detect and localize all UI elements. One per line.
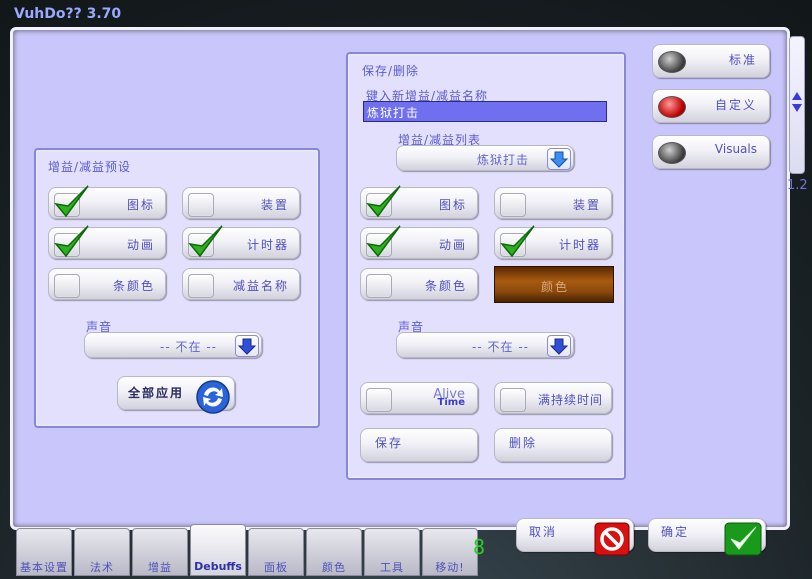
tick-icon [188, 225, 223, 258]
custom-icon-label: 图标 [438, 198, 467, 212]
save-button[interactable]: 保存 [360, 428, 478, 462]
preset-sound-dropdown[interactable]: -- 不在 -- [84, 332, 262, 358]
name-input-value: 炼狱打击 [367, 106, 420, 120]
preset-debuffname-checkbox[interactable]: 减益名称 [182, 268, 300, 300]
custom-timer-checkbox[interactable]: 计时器 [494, 225, 612, 259]
tick-icon [500, 225, 535, 258]
custom-equip-checkbox[interactable]: 装置 [494, 187, 612, 219]
color-swatch-button[interactable]: 颜色 [494, 266, 614, 303]
preset-equip-checkbox[interactable]: 装置 [182, 187, 300, 219]
name-input[interactable]: 炼狱打击 [363, 101, 607, 122]
tick-icon [366, 185, 401, 218]
tab-general[interactable]: 基本设置 [16, 528, 72, 576]
buff-list-value: 炼狱打击 [476, 153, 529, 167]
refresh-icon [196, 380, 230, 414]
tab-debuffs[interactable]: Debuffs [190, 524, 246, 576]
tab-spells[interactable]: 法术 [74, 528, 130, 576]
custom-anim-checkbox[interactable]: 动画 [360, 225, 478, 259]
custom-anim-label: 动画 [438, 238, 467, 252]
presets-caption: 增益/减益预设 [48, 160, 132, 174]
tick-icon [54, 225, 89, 258]
custom-barcolor-label: 条颜色 [424, 279, 467, 293]
custom-barcolor-checkbox[interactable]: 条颜色 [360, 268, 478, 300]
window-title: VuhDo?? 3.70 [14, 6, 122, 22]
tab-colors[interactable]: 颜色 [306, 528, 362, 576]
preset-icon-label: 图标 [126, 198, 155, 212]
custom-equip-label: 装置 [572, 198, 601, 212]
alive-time-label-bottom: Time [437, 397, 465, 408]
standard-label: 标准 [728, 53, 757, 67]
preset-equip-label: 装置 [260, 198, 289, 212]
apply-all-label: 全部应用 [128, 386, 185, 400]
preset-anim-label: 动画 [126, 238, 155, 252]
ok-label: 确定 [661, 525, 690, 539]
scroll-value: 1.2 [787, 178, 808, 193]
up-down-arrow-icon [792, 92, 802, 112]
full-duration-label: 满持续时间 [537, 393, 603, 407]
arrow-down-icon[interactable] [547, 148, 571, 170]
arrow-down-icon[interactable] [547, 335, 571, 357]
custom-label: 自定义 [714, 98, 757, 112]
alive-time-checkbox[interactable]: Alive Time [360, 382, 478, 414]
preset-icon-checkbox[interactable]: 图标 [48, 185, 166, 219]
buff-list-dropdown[interactable]: 炼狱打击 [396, 145, 574, 171]
arrow-down-icon[interactable] [235, 335, 259, 357]
custom-sound-value: -- 不在 -- [472, 340, 529, 354]
preset-anim-checkbox[interactable]: 动画 [48, 225, 166, 259]
preset-sound-value: -- 不在 -- [160, 340, 217, 354]
full-duration-checkbox[interactable]: 满持续时间 [494, 382, 612, 414]
tab-count-badge: 8 [473, 535, 486, 559]
standard-button[interactable]: 标准 [652, 44, 770, 78]
preset-barcolor-label: 条颜色 [112, 279, 155, 293]
visuals-label: Visuals [714, 142, 757, 156]
status-dot-icon [658, 96, 686, 118]
preset-debuffname-label: 减益名称 [232, 279, 289, 293]
checkmark-icon [724, 522, 762, 556]
color-swatch-label: 颜色 [541, 280, 570, 294]
cancel-button[interactable]: 取消 [516, 518, 634, 556]
delete-label: 删除 [509, 436, 538, 450]
custom-caption: 保存/删除 [362, 64, 420, 78]
tab-move[interactable]: 移动! [422, 528, 478, 576]
custom-timer-label: 计时器 [558, 238, 601, 252]
tab-buffs[interactable]: 增益 [132, 528, 188, 576]
delete-button[interactable]: 删除 [494, 428, 612, 462]
no-icon [594, 522, 630, 556]
scroll-slider[interactable] [789, 36, 805, 174]
custom-sound-dropdown[interactable]: -- 不在 -- [396, 332, 574, 358]
tab-tools[interactable]: 工具 [364, 528, 420, 576]
save-label: 保存 [375, 436, 404, 450]
custom-button[interactable]: 自定义 [652, 89, 770, 123]
preset-barcolor-checkbox[interactable]: 条颜色 [48, 268, 166, 300]
status-dot-icon [658, 51, 686, 73]
apply-all-button[interactable]: 全部应用 [117, 376, 235, 414]
ok-button[interactable]: 确定 [648, 518, 766, 556]
tab-panels[interactable]: 面板 [248, 528, 304, 576]
visuals-button[interactable]: Visuals [652, 135, 770, 169]
cancel-label: 取消 [529, 525, 558, 539]
preset-timer-label: 计时器 [246, 238, 289, 252]
preset-timer-checkbox[interactable]: 计时器 [182, 225, 300, 259]
tick-icon [54, 185, 89, 218]
tick-icon [366, 225, 401, 258]
status-dot-icon [658, 142, 686, 164]
custom-icon-checkbox[interactable]: 图标 [360, 185, 478, 219]
